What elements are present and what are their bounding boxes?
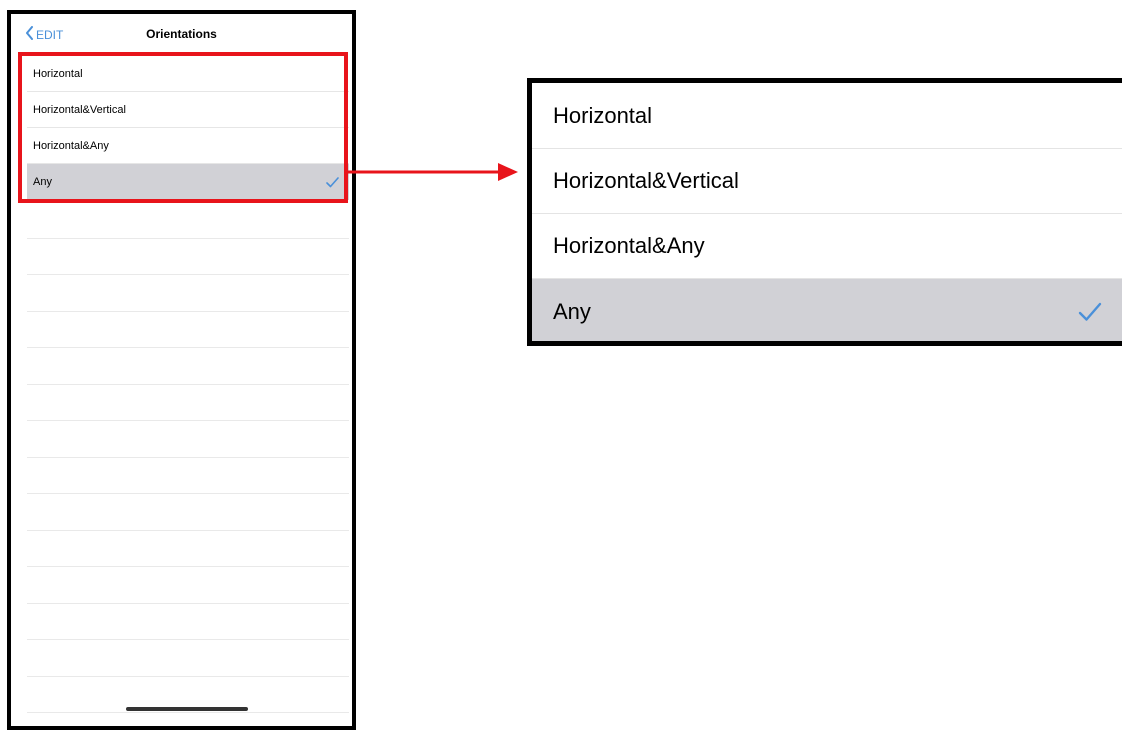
- empty-table-rows: [27, 202, 349, 713]
- page-title: Orientations: [146, 27, 217, 41]
- zoomed-item-horizontal-any[interactable]: Horizontal&Any: [532, 214, 1122, 279]
- checkmark-icon: [1078, 302, 1102, 322]
- empty-row: [27, 385, 349, 421]
- empty-row: [27, 458, 349, 494]
- empty-row: [27, 567, 349, 604]
- empty-row: [27, 312, 349, 348]
- empty-row: [27, 421, 349, 458]
- empty-row: [27, 239, 349, 275]
- empty-row: [27, 604, 349, 640]
- empty-row: [27, 202, 349, 239]
- zoomed-item-label: Horizontal: [553, 102, 653, 128]
- empty-row: [27, 640, 349, 677]
- zoomed-option-list: Horizontal Horizontal&Vertical Horizonta…: [527, 78, 1122, 346]
- navigation-bar: EDIT Orientations: [11, 14, 352, 52]
- home-indicator: [126, 707, 248, 711]
- arrow-right-icon: [348, 160, 520, 189]
- zoomed-item-horizontal-vertical[interactable]: Horizontal&Vertical: [532, 149, 1122, 214]
- zoomed-item-label: Any: [553, 298, 591, 324]
- empty-row: [27, 348, 349, 385]
- empty-row: [27, 531, 349, 567]
- zoomed-item-any[interactable]: Any: [532, 279, 1122, 341]
- zoomed-item-label: Horizontal&Any: [553, 233, 705, 258]
- empty-row: [27, 275, 349, 312]
- empty-row: [27, 494, 349, 531]
- zoomed-item-horizontal[interactable]: Horizontal: [532, 83, 1122, 149]
- highlight-box: [18, 52, 348, 203]
- zoomed-item-label: Horizontal&Vertical: [553, 168, 739, 193]
